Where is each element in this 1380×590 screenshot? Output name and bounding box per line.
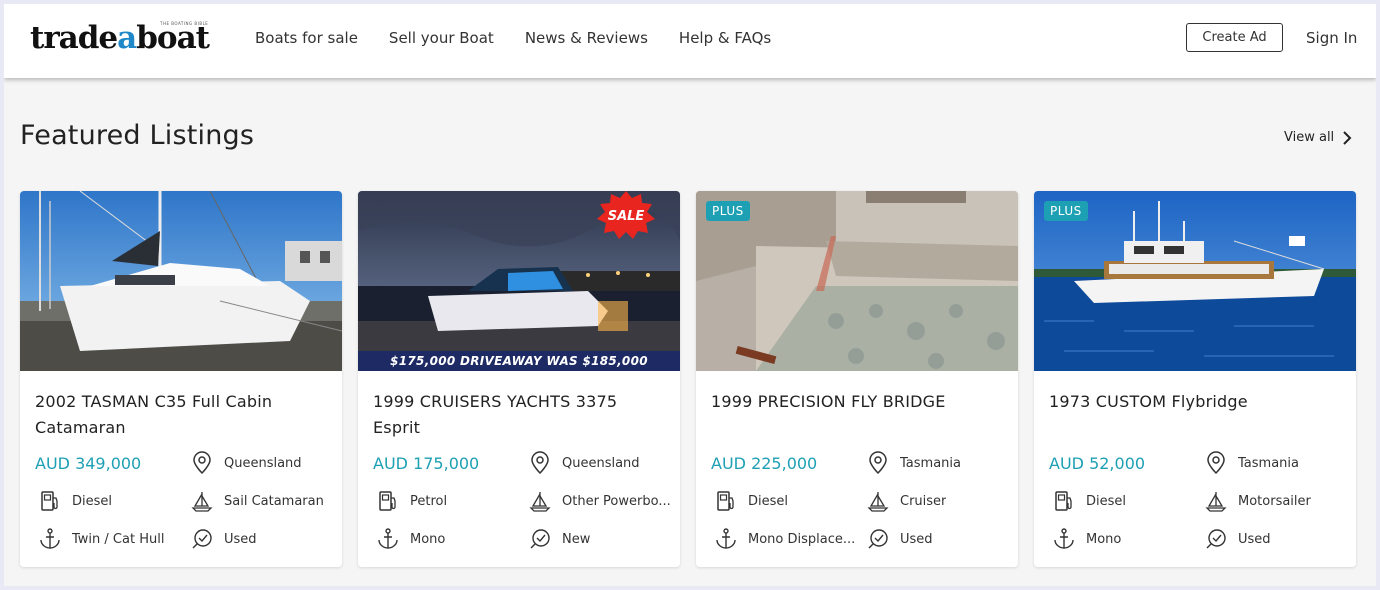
listing-card[interactable]: SALE $175,000 DRIVEAWAY WAS $185,000 199… bbox=[358, 191, 680, 567]
listing-photo[interactable]: PLUS bbox=[696, 191, 1018, 371]
spec-hull-value: Mono bbox=[410, 531, 446, 547]
spec-fuel-value: Diesel bbox=[748, 493, 789, 509]
spec-hull: Mono bbox=[376, 527, 521, 551]
spec-location: Tasmania bbox=[866, 451, 1011, 475]
spec-location-value: Queensland bbox=[562, 455, 640, 471]
spec-hull: Mono Displace... bbox=[714, 527, 859, 551]
anchor-icon bbox=[1054, 528, 1074, 549]
chevron-right-icon bbox=[1343, 130, 1352, 145]
spec-condition-value: New bbox=[562, 531, 591, 547]
spec-location: Queensland bbox=[528, 451, 673, 475]
logo-text-main: trade bbox=[30, 20, 118, 56]
spec-condition: Used bbox=[1204, 527, 1349, 551]
spec-type: Cruiser bbox=[866, 489, 1011, 513]
listing-title[interactable]: 2002 TASMAN C35 Full Cabin Catamaran bbox=[35, 389, 325, 441]
spec-location: Tasmania bbox=[1204, 451, 1349, 475]
plus-badge: PLUS bbox=[1044, 201, 1088, 221]
listing-title[interactable]: 1999 CRUISERS YACHTS 3375 Esprit bbox=[373, 389, 663, 441]
spec-location-value: Tasmania bbox=[1238, 455, 1299, 471]
anchor-icon bbox=[40, 528, 60, 549]
site-header: tradeaboat THE BOATING BIBLE Boats for s… bbox=[4, 4, 1376, 78]
nav-sell-your-boat[interactable]: Sell your Boat bbox=[389, 28, 494, 48]
site-logo[interactable]: tradeaboat THE BOATING BIBLE bbox=[30, 18, 210, 58]
main-nav: Boats for sale Sell your Boat News & Rev… bbox=[255, 28, 802, 48]
logo-tagline: THE BOATING BIBLE bbox=[160, 21, 209, 26]
spec-fuel-value: Diesel bbox=[72, 493, 113, 509]
spec-fuel: Petrol bbox=[376, 489, 521, 513]
condition-check-icon bbox=[530, 529, 550, 549]
spec-condition: Used bbox=[190, 527, 335, 551]
sailboat-icon bbox=[1205, 492, 1227, 512]
spec-fuel: Diesel bbox=[714, 489, 859, 513]
section-title: Featured Listings bbox=[20, 120, 255, 151]
view-all-label: View all bbox=[1284, 130, 1335, 145]
spec-fuel: Diesel bbox=[38, 489, 183, 513]
fuel-pump-icon bbox=[379, 491, 396, 511]
listing-price: AUD 349,000 bbox=[35, 454, 142, 473]
anchor-icon bbox=[716, 528, 736, 549]
view-all-link[interactable]: View all bbox=[1284, 130, 1352, 145]
sale-burst-badge: SALE bbox=[597, 191, 655, 239]
spec-condition-value: Used bbox=[900, 531, 933, 547]
listing-card[interactable]: PLUS 1973 CUSTOM Flybridge AUD 52,000 Ta… bbox=[1034, 191, 1356, 567]
spec-hull-value: Mono Displace... bbox=[748, 531, 856, 547]
listing-price: AUD 225,000 bbox=[711, 454, 818, 473]
logo-text-accent: a bbox=[117, 20, 137, 56]
condition-check-icon bbox=[1206, 529, 1226, 549]
fuel-pump-icon bbox=[1055, 491, 1072, 511]
condition-check-icon bbox=[192, 529, 212, 549]
spec-condition-value: Used bbox=[224, 531, 257, 547]
spec-hull-value: Twin / Cat Hull bbox=[72, 531, 165, 547]
map-pin-icon bbox=[869, 451, 887, 475]
nav-help-faqs[interactable]: Help & FAQs bbox=[679, 28, 771, 48]
fuel-pump-icon bbox=[717, 491, 734, 511]
map-pin-icon bbox=[193, 451, 211, 475]
listing-price: AUD 175,000 bbox=[373, 454, 480, 473]
sailboat-icon bbox=[867, 492, 889, 512]
condition-check-icon bbox=[868, 529, 888, 549]
spec-condition: Used bbox=[866, 527, 1011, 551]
listing-card[interactable]: 2002 TASMAN C35 Full Cabin Catamaran AUD… bbox=[20, 191, 342, 567]
spec-hull-value: Mono bbox=[1086, 531, 1122, 547]
sale-banner: $175,000 DRIVEAWAY WAS $185,000 bbox=[358, 351, 680, 371]
sale-badge-text: SALE bbox=[608, 209, 645, 224]
spec-type-value: Cruiser bbox=[900, 493, 947, 509]
spec-condition: New bbox=[528, 527, 673, 551]
catamaran-photo bbox=[20, 191, 342, 371]
spec-hull: Mono bbox=[1052, 527, 1197, 551]
spec-location: Queensland bbox=[190, 451, 335, 475]
map-pin-icon bbox=[1207, 451, 1225, 475]
spec-type-value: Other Powerbo... bbox=[562, 493, 671, 509]
spec-fuel-value: Diesel bbox=[1086, 493, 1127, 509]
nav-boats-for-sale[interactable]: Boats for sale bbox=[255, 28, 358, 48]
listing-price: AUD 52,000 bbox=[1049, 454, 1146, 473]
sailboat-icon bbox=[191, 492, 213, 512]
nav-news-reviews[interactable]: News & Reviews bbox=[525, 28, 648, 48]
sign-in-link[interactable]: Sign In bbox=[1306, 28, 1357, 48]
anchor-icon bbox=[378, 528, 398, 549]
listing-title[interactable]: 1973 CUSTOM Flybridge bbox=[1049, 389, 1339, 415]
spec-condition-value: Used bbox=[1238, 531, 1271, 547]
sailboat-icon bbox=[529, 492, 551, 512]
create-ad-button[interactable]: Create Ad bbox=[1186, 23, 1283, 52]
spec-type-value: Motorsailer bbox=[1238, 493, 1311, 509]
spec-type: Sail Catamaran bbox=[190, 489, 335, 513]
spec-fuel: Diesel bbox=[1052, 489, 1197, 513]
listing-title[interactable]: 1999 PRECISION FLY BRIDGE bbox=[711, 389, 1001, 415]
spec-type-value: Sail Catamaran bbox=[224, 493, 324, 509]
listing-photo[interactable] bbox=[20, 191, 342, 371]
spec-location-value: Queensland bbox=[224, 455, 302, 471]
listing-photo[interactable]: PLUS bbox=[1034, 191, 1356, 371]
spec-hull: Twin / Cat Hull bbox=[38, 527, 183, 551]
spec-location-value: Tasmania bbox=[900, 455, 961, 471]
listing-photo[interactable]: SALE $175,000 DRIVEAWAY WAS $185,000 bbox=[358, 191, 680, 371]
fuel-pump-icon bbox=[41, 491, 58, 511]
page: tradeaboat THE BOATING BIBLE Boats for s… bbox=[4, 4, 1376, 586]
map-pin-icon bbox=[531, 451, 549, 475]
spec-type: Other Powerbo... bbox=[528, 489, 673, 513]
plus-badge: PLUS bbox=[706, 201, 750, 221]
spec-fuel-value: Petrol bbox=[410, 493, 448, 509]
spec-type: Motorsailer bbox=[1204, 489, 1349, 513]
listing-card[interactable]: PLUS 1999 PRECISION FLY BRIDGE AUD 225,0… bbox=[696, 191, 1018, 567]
